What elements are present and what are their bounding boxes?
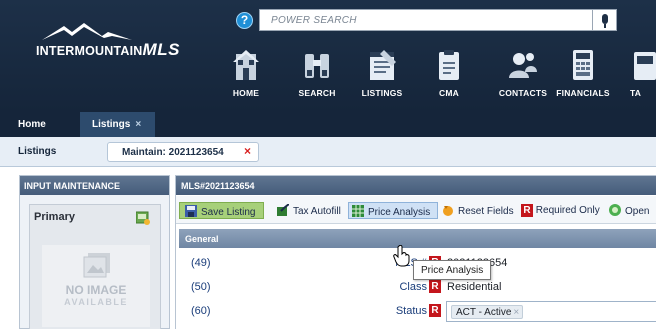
tax-autofill-button[interactable]: Tax Autofill bbox=[277, 202, 341, 219]
photo-placeholder-icon bbox=[83, 253, 110, 278]
autofill-icon bbox=[277, 204, 289, 216]
home-icon bbox=[233, 50, 259, 80]
tab-listings[interactable]: Listings × bbox=[80, 112, 155, 137]
required-badge: R bbox=[521, 204, 533, 217]
field-status: (60) Status R ACT - Active × bbox=[179, 300, 656, 324]
open-circle-icon bbox=[609, 204, 621, 216]
intermountain-mls-logo[interactable]: INTERMOUNTAINMLS bbox=[36, 23, 179, 64]
nav-tax[interactable]: TA bbox=[620, 48, 656, 106]
floppy-disk-icon bbox=[185, 205, 197, 217]
required-badge: R bbox=[429, 280, 441, 293]
hand-cursor-icon bbox=[393, 245, 410, 267]
listing-toolbar: Save Listing Tax Autofill Price Analysis… bbox=[176, 196, 656, 224]
panel-title: INPUT MAINTENANCE bbox=[20, 176, 169, 195]
remove-chip-icon[interactable]: × bbox=[513, 307, 519, 318]
price-analysis-button[interactable]: Price Analysis bbox=[348, 202, 438, 219]
tab-home[interactable]: Home bbox=[18, 112, 46, 137]
available-text: AVAILABLE bbox=[64, 297, 128, 307]
listings-icon bbox=[370, 50, 396, 80]
binoculars-icon bbox=[305, 54, 329, 78]
subtab-label: Maintain: 2021123654 bbox=[122, 147, 224, 158]
nav-home[interactable]: HOME bbox=[211, 48, 281, 106]
status-multiselect[interactable]: ACT - Active × bbox=[446, 301, 656, 322]
open-button[interactable]: Open bbox=[609, 202, 649, 219]
contacts-icon bbox=[509, 53, 537, 78]
status-chip: ACT - Active × bbox=[451, 305, 524, 319]
listing-form-panel: MLS#2021123654 Save Listing Tax Autofill… bbox=[175, 175, 656, 329]
main-tab-bar: Home Listings × bbox=[0, 112, 656, 137]
logo-text: INTERMOUNTAINMLS bbox=[36, 40, 180, 59]
close-icon[interactable]: × bbox=[244, 144, 251, 158]
cma-icon bbox=[439, 50, 459, 80]
price-analysis-tooltip: Price Analysis bbox=[413, 260, 492, 280]
app-header: INTERMOUNTAINMLS ? POWER SEARCH HOME SEA… bbox=[0, 0, 656, 112]
class-value: Residential bbox=[447, 281, 502, 293]
no-image-placeholder: NO IMAGE AVAILABLE bbox=[42, 245, 150, 327]
nav-financials[interactable]: FINANCIALS bbox=[548, 48, 618, 106]
save-listing-button[interactable]: Save Listing bbox=[179, 202, 264, 219]
section-general[interactable]: General bbox=[179, 229, 656, 248]
mls-number-title: MLS#2021123654 bbox=[176, 176, 656, 195]
tab-listings-label: Listings bbox=[92, 119, 131, 130]
reset-icon bbox=[443, 206, 453, 216]
required-badge: R bbox=[429, 304, 441, 317]
nav-search[interactable]: SEARCH bbox=[282, 48, 352, 106]
spreadsheet-icon bbox=[352, 205, 364, 217]
primary-label: Primary bbox=[34, 211, 75, 223]
nav-cma[interactable]: CMA bbox=[414, 48, 484, 106]
mountain-logo-icon bbox=[42, 23, 132, 40]
tax-icon bbox=[634, 52, 656, 80]
subbar-title: Listings bbox=[18, 146, 57, 157]
add-photo-icon[interactable] bbox=[136, 211, 150, 225]
nav-listings[interactable]: LISTINGS bbox=[347, 48, 417, 106]
no-image-text: NO IMAGE bbox=[65, 283, 127, 297]
voice-search-button[interactable] bbox=[593, 9, 617, 31]
required-only-button[interactable]: R Required Only bbox=[521, 202, 600, 219]
input-maintenance-panel: INPUT MAINTENANCE Primary NO IMAGE AVAIL… bbox=[19, 175, 170, 329]
listings-subbar: Listings Maintain: 2021123654 × bbox=[0, 137, 656, 167]
power-search-input[interactable]: POWER SEARCH bbox=[259, 9, 593, 31]
primary-photo-card: Primary NO IMAGE AVAILABLE bbox=[29, 204, 161, 329]
calculator-icon bbox=[573, 50, 593, 80]
tab-maintain-listing[interactable]: Maintain: 2021123654 × bbox=[107, 142, 259, 162]
help-button[interactable]: ? bbox=[236, 12, 253, 29]
reset-fields-button[interactable]: Reset Fields bbox=[442, 202, 514, 219]
close-icon[interactable]: × bbox=[135, 119, 141, 130]
